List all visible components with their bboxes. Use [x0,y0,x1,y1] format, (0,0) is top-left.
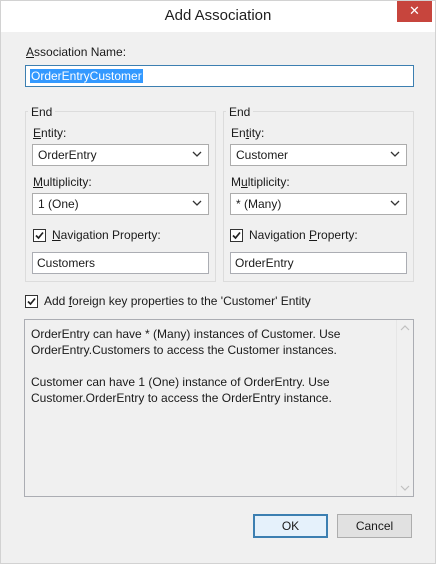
close-button[interactable]: ✕ [397,1,432,22]
chevron-down-icon [192,200,202,206]
end1-multiplicity-value: 1 (One) [38,197,79,211]
summary-line: Customer.OrderEntry to access the OrderE… [31,391,332,405]
add-association-dialog: Add Association ✕ Association Name: Orde… [0,0,436,564]
end1-navigation-checkbox[interactable] [33,229,46,242]
end2-navigation-checkbox[interactable] [230,229,243,242]
end2-navigation-input[interactable]: OrderEntry [230,252,407,274]
foreign-key-checkbox[interactable] [25,295,38,308]
end1-entity-value: OrderEntry [38,148,97,162]
scroll-up-arrow-icon [400,325,410,331]
end2-caption: End [226,105,254,119]
end1-entity-label: Entity: [33,126,67,140]
checkmark-icon [232,231,241,240]
end2-navigation-value: OrderEntry [235,256,294,270]
end1-multiplicity-select[interactable]: 1 (One) [32,193,209,215]
association-name-input[interactable]: OrderEntryCustomer [25,65,414,87]
end1-entity-select[interactable]: OrderEntry [32,144,209,166]
end1-navigation-input[interactable]: Customers [32,252,209,274]
end1-caption: End [28,105,56,119]
cancel-button[interactable]: Cancel [337,514,412,538]
summary-line: Customer can have 1 (One) instance of Or… [31,375,330,389]
dialog-body: Association Name: OrderEntryCustomer End… [8,32,428,558]
checkmark-icon [27,297,36,306]
title-bar: Add Association ✕ [1,1,435,32]
end1-navigation-label[interactable]: Navigation Property: [52,228,161,242]
chevron-down-icon [390,151,400,157]
end2-entity-select[interactable]: Customer [230,144,407,166]
association-name-label: Association Name: [26,45,127,59]
association-summary: OrderEntry can have * (Many) instances o… [24,319,414,497]
end2-navigation-label[interactable]: Navigation Property: [249,228,358,242]
end2-multiplicity-select[interactable]: * (Many) [230,193,407,215]
dialog-title: Add Association [164,7,272,24]
chevron-down-icon [192,151,202,157]
scroll-down-arrow-icon [400,485,410,491]
end2-entity-label: Entity: [231,126,265,140]
end1-navigation-value: Customers [37,256,96,270]
summary-scrollbar[interactable] [396,320,413,496]
summary-line: OrderEntry.Customers to access the Custo… [31,343,337,357]
checkmark-icon [35,231,44,240]
end1-multiplicity-label: Multiplicity: [33,175,92,189]
summary-line: OrderEntry can have * (Many) instances o… [31,327,341,341]
association-name-value: OrderEntryCustomer [30,69,143,83]
ok-button[interactable]: OK [253,514,328,538]
foreign-key-label[interactable]: Add foreign key properties to the 'Custo… [44,294,311,308]
end2-entity-value: Customer [236,148,289,162]
end2-multiplicity-label: Multiplicity: [231,175,290,189]
chevron-down-icon [390,200,400,206]
end2-multiplicity-value: * (Many) [236,197,282,211]
close-icon: ✕ [409,3,420,18]
